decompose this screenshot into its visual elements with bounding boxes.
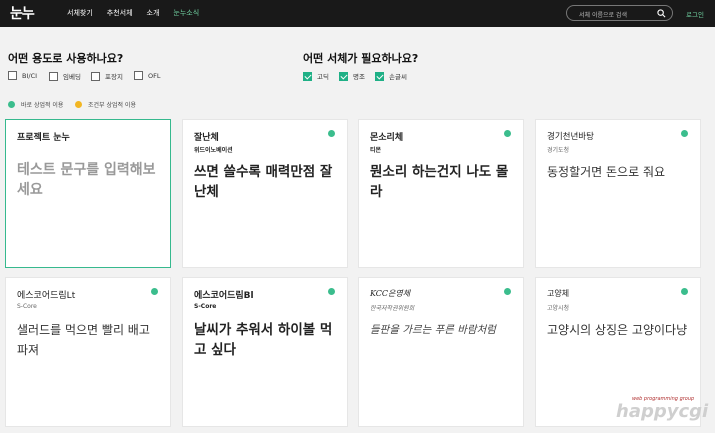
option-label: OFL — [148, 71, 161, 80]
font-sample: 샐러드를 먹으면 빨리 배고파져 — [17, 323, 150, 357]
checkbox-checked[interactable] — [303, 71, 312, 81]
search-icon[interactable] — [657, 9, 666, 18]
usage-option-ofl[interactable]: OFL — [134, 71, 160, 80]
checkbox-checked[interactable] — [339, 71, 348, 81]
font-sample: 동정할거면 돈으로 줘요 — [547, 165, 666, 179]
font-card-jalnan[interactable]: 잘난체 위드이노베이션 쓰면 쓸수록 매력만점 잘난체 — [182, 119, 348, 268]
font-sample: 뭔소리 하는건지 나도 몰라 — [370, 164, 509, 200]
logo[interactable]: 눈누 — [10, 3, 35, 23]
commercial-dot-icon — [504, 130, 511, 137]
font-card-scoredream-lt[interactable]: 에스코어드림Lt S-Core 샐러드를 먹으면 빨리 배고파져 — [5, 277, 171, 427]
option-label: 고딕 — [317, 73, 329, 81]
font-maker: S-Core — [194, 303, 217, 310]
font-maker: 위드이노베이션 — [194, 147, 233, 154]
font-name: 경기천년바탕 — [547, 132, 594, 142]
main-nav: 서체찾기 추천서체 소개 눈누소식 — [67, 8, 199, 18]
checkbox[interactable] — [91, 71, 100, 81]
option-label: 명조 — [353, 73, 365, 81]
checkbox-checked[interactable] — [375, 71, 384, 81]
nav-about[interactable]: 소개 — [147, 8, 160, 18]
nav-news[interactable]: 눈누소식 — [173, 8, 199, 18]
type-option-myeongjo[interactable]: 명조 — [339, 71, 365, 81]
font-maker: 티몬 — [370, 147, 382, 154]
usage-option-bici[interactable]: BI/CI — [8, 71, 37, 80]
commercial-dot-icon — [151, 288, 158, 295]
top-nav-bar: 눈누 서체찾기 추천서체 소개 눈누소식 서체 이름으로 검색 로그인 — [0, 0, 715, 27]
font-sample: 쓰면 쓸수록 매력만점 잘난체 — [194, 164, 333, 200]
usage-question: 어떤 용도로 사용하나요? — [8, 52, 124, 65]
commercial-dot-icon — [681, 288, 688, 295]
font-maker: S-Core — [17, 303, 37, 310]
nav-find-fonts[interactable]: 서체찾기 — [67, 8, 93, 18]
commercial-dot-icon — [504, 288, 511, 295]
legend-label: 조건부 상업적 이용 — [88, 102, 136, 109]
commercial-dot-icon — [681, 130, 688, 137]
login-link[interactable]: 로그인 — [686, 9, 704, 19]
font-name: 프로젝트 눈누 — [17, 133, 70, 143]
option-label: 손글씨 — [389, 73, 407, 81]
watermark-logo: web programming group happycgi — [616, 394, 711, 430]
checkbox[interactable] — [134, 71, 143, 80]
option-label: 임베딩 — [63, 73, 81, 81]
search-placeholder: 서체 이름으로 검색 — [579, 12, 627, 19]
font-sample: 고양시의 상징은 고양이다냥 — [547, 323, 688, 337]
legend-commercial: 바로 상업적 이용 — [8, 100, 63, 109]
nav-recommended[interactable]: 추천서체 — [107, 8, 133, 18]
commercial-dot-icon — [328, 288, 335, 295]
type-question: 어떤 서체가 필요하나요? — [303, 52, 419, 65]
font-maker: 경기도청 — [547, 147, 570, 154]
legend-conditional: 조건부 상업적 이용 — [75, 100, 136, 109]
option-label: BI/CI — [22, 71, 38, 80]
font-card-scoredream-bl[interactable]: 에스코어드림Bl S-Core 날씨가 추워서 하이볼 먹고 싶다 — [182, 277, 348, 427]
sample-text-input[interactable]: 테스트 문구를 입력해보세요 — [17, 160, 160, 200]
commercial-dot-icon — [328, 130, 335, 137]
green-dot-icon — [8, 101, 15, 108]
font-card-gyeonggi-batang[interactable]: 경기천년바탕 경기도청 동정할거면 돈으로 줘요 — [535, 119, 701, 268]
font-sample: 들판을 가르는 푸른 바람처럼 — [370, 324, 496, 336]
font-maker: 고양시청 — [547, 305, 570, 312]
usage-option-packaging[interactable]: 포장지 — [91, 71, 123, 81]
search-input[interactable]: 서체 이름으로 검색 — [566, 5, 673, 21]
option-label: 포장지 — [105, 73, 123, 81]
checkbox[interactable] — [49, 71, 58, 81]
font-name: 고양체 — [547, 289, 570, 298]
font-name: 몬소리체 — [370, 133, 404, 143]
font-card-monsori[interactable]: 몬소리체 티몬 뭔소리 하는건지 나도 몰라 — [358, 119, 524, 268]
yellow-dot-icon — [75, 101, 82, 108]
watermark-text: happycgi — [616, 401, 709, 422]
usage-option-embedding[interactable]: 임베딩 — [49, 71, 81, 81]
type-option-handwriting[interactable]: 손글씨 — [375, 71, 407, 81]
font-name: KCC은영체 — [370, 289, 411, 298]
font-name: 에스코어드림Bl — [194, 291, 254, 301]
type-option-gothic[interactable]: 고딕 — [303, 71, 329, 81]
font-name: 에스코어드림Lt — [17, 291, 76, 301]
font-card-kcc-eunyoung[interactable]: KCC은영체 한국저작권위원회 들판을 가르는 푸른 바람처럼 — [358, 277, 524, 427]
font-sample: 날씨가 추워서 하이볼 먹고 싶다 — [194, 322, 333, 358]
legend-label: 바로 상업적 이용 — [21, 102, 64, 109]
checkbox[interactable] — [8, 71, 17, 80]
font-maker: 한국저작권위원회 — [370, 305, 415, 312]
font-card-project-noonnu[interactable]: 프로젝트 눈누 테스트 문구를 입력해보세요 — [5, 119, 171, 268]
font-name: 잘난체 — [194, 133, 219, 143]
